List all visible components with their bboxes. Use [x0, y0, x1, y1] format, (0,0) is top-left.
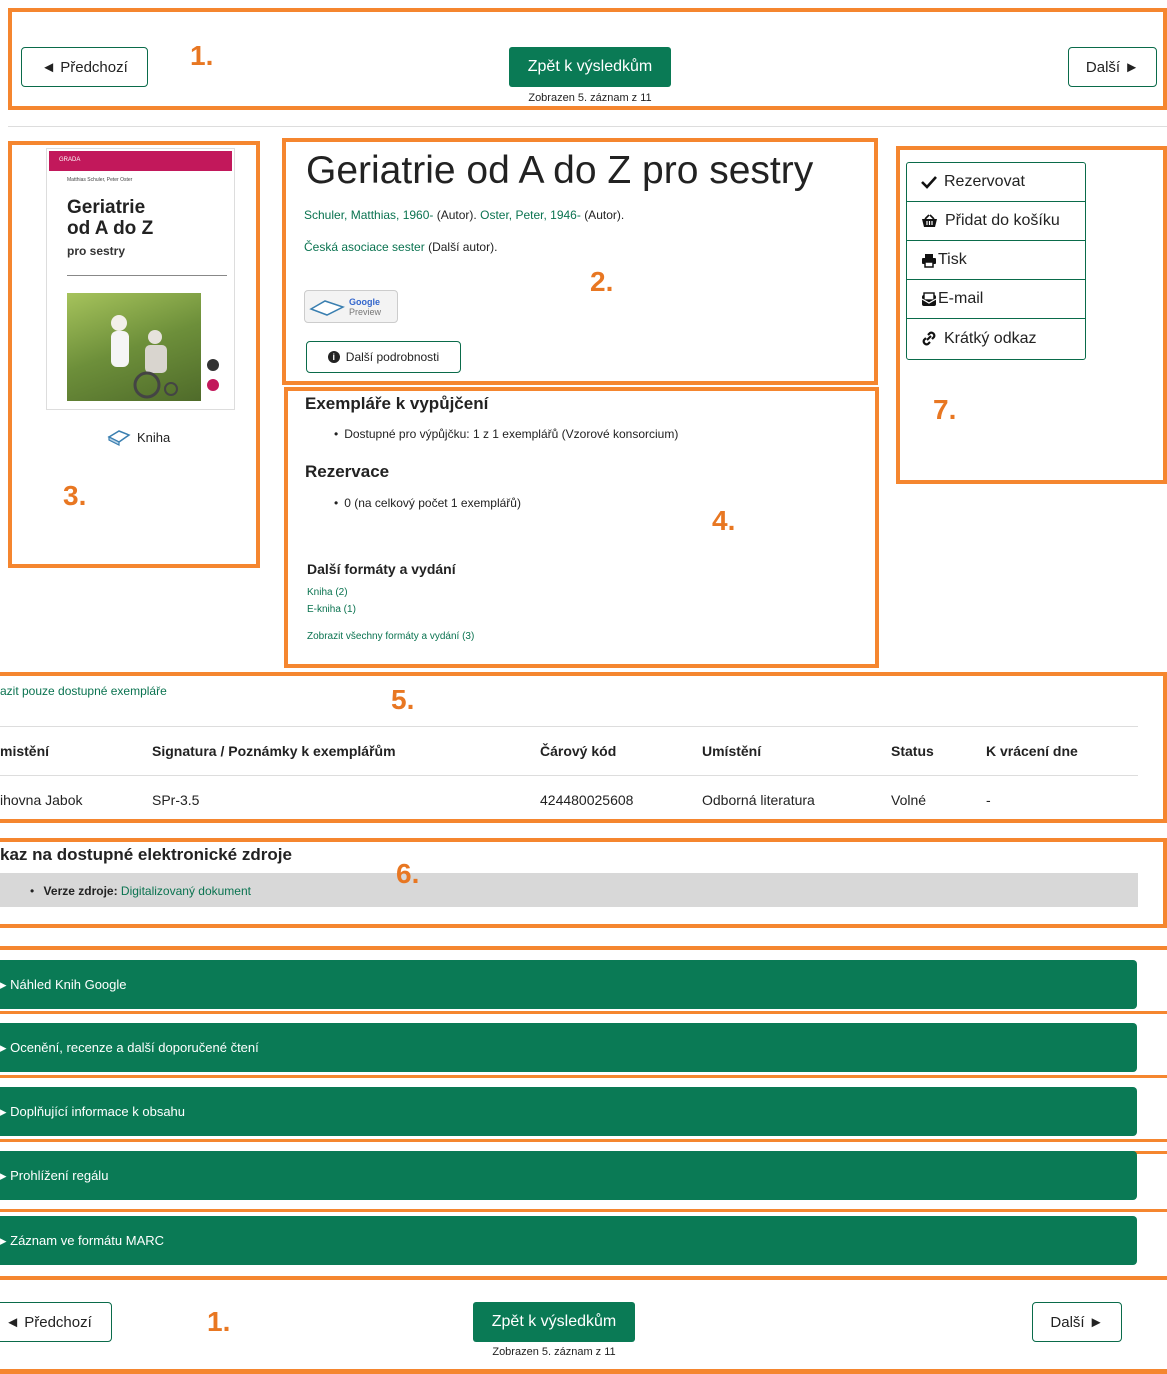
cover-title: Geriatrie od A do Z [67, 197, 154, 239]
show-available-copies-link[interactable]: azit pouze dostupné exempláře [0, 684, 167, 698]
record-actions-menu: Rezervovat Přidat do košíku Tisk E-mail … [906, 162, 1086, 360]
copy-library-link[interactable]: ihovna Jabok [0, 792, 83, 808]
cover-photo [67, 293, 201, 401]
annotation-label-5: 5. [391, 684, 415, 715]
annotation-line [0, 1369, 1167, 1374]
google-preview-button[interactable]: Google Preview [304, 290, 398, 323]
add-to-basket-button[interactable]: Přidat do košíku [907, 202, 1085, 241]
column-header-shelving[interactable]: Umístění [702, 743, 761, 759]
record-position-status: Zobrazen 5. záznam z 11 [528, 92, 652, 104]
annotation-line [0, 1011, 1167, 1014]
open-book-icon [309, 299, 345, 316]
digitized-document-link[interactable]: Digitalizovaný dokument [121, 884, 251, 898]
accordion-chevron-icon: ▸ [0, 1167, 11, 1183]
accordion-chevron-icon: ▸ [0, 1103, 11, 1119]
accordion-marc-record[interactable]: ▸ Záznam ve formátu MARC [0, 1216, 1137, 1265]
availability-heading: Exempláře k vypůjčení [305, 394, 489, 413]
electronic-resource-item: Verze zdroje: Digitalizovaný dokument [30, 884, 251, 898]
annotation-line [0, 946, 1167, 950]
annotation-label-6: 6. [396, 858, 420, 889]
format-indicator: Kniha [107, 428, 170, 446]
divider [8, 126, 1167, 127]
copy-due-date: - [986, 792, 991, 808]
annotation-label-7: 7. [933, 394, 957, 425]
author-link-1[interactable]: Schuler, Matthias, 1960- [304, 208, 433, 222]
print-icon [922, 253, 936, 268]
place-hold-button[interactable]: Rezervovat [907, 163, 1085, 202]
holds-heading: Rezervace [305, 462, 390, 481]
info-icon: i [327, 351, 340, 363]
accordion-content-info[interactable]: ▸ Doplňující informace k obsahu [0, 1087, 1137, 1136]
check-icon [921, 176, 937, 189]
format-link-book[interactable]: Kniha (2) [307, 587, 348, 598]
cover-logo-icon [207, 359, 219, 371]
previous-button[interactable]: ◄ Předchozí [21, 47, 148, 87]
format-label: Kniha [137, 429, 171, 445]
electronic-resources-heading: kaz na dostupné elektronické zdroje [0, 845, 292, 864]
cover-header-bar: GRADA [49, 151, 232, 171]
basket-icon [922, 214, 937, 227]
book-icon [107, 430, 131, 446]
email-icon [921, 291, 937, 306]
back-to-results-button-bottom[interactable]: Zpět k výsledkům [473, 1302, 635, 1342]
column-header-location[interactable]: mistění [0, 743, 49, 759]
accordion-shelf-browse[interactable]: ▸ Prohlížení regálu [0, 1151, 1137, 1200]
next-button[interactable]: Další ► [1068, 47, 1157, 87]
annotation-line [0, 1209, 1167, 1212]
link-icon [922, 331, 936, 346]
corporate-author-role: (Další autor). [428, 240, 498, 254]
cover-rule [67, 275, 227, 276]
copy-barcode: 424480025608 [540, 792, 634, 808]
column-header-status[interactable]: Status [891, 743, 934, 759]
previous-button-bottom[interactable]: ◄ Předchozí [0, 1302, 112, 1342]
cover-badge-icon [207, 379, 219, 391]
annotation-label-3: 3. [63, 480, 87, 511]
annotation-label-4: 4. [712, 505, 736, 536]
copy-status: Volné [891, 792, 927, 808]
accordion-chevron-icon: ▸ [0, 1232, 11, 1248]
author-role-1: (Autor). [436, 208, 477, 222]
authors-line: Schuler, Matthias, 1960- (Autor). Oster,… [304, 208, 624, 222]
holds-item: 0 (na celkový počet 1 exemplářů) [334, 496, 521, 510]
annotation-label-1: 1. [190, 40, 214, 71]
availability-item: Dostupné pro výpůjčku: 1 z 1 exemplářů (… [334, 427, 678, 441]
corporate-author-link[interactable]: Česká asociace sester [304, 240, 425, 254]
corporate-author-line: Česká asociace sester (Další autor). [304, 240, 497, 254]
author-link-2[interactable]: Oster, Peter, 1946- [480, 208, 581, 222]
cover-authors: Matthias Schuler, Peter Oster [67, 177, 133, 183]
next-button-bottom[interactable]: Další ► [1032, 1302, 1122, 1342]
back-to-results-button[interactable]: Zpět k výsledkům [509, 47, 671, 87]
accordion-chevron-icon: ▸ [0, 1039, 11, 1055]
short-link-button[interactable]: Krátký odkaz [907, 319, 1085, 358]
email-button[interactable]: E-mail [907, 280, 1085, 319]
accordion-chevron-icon: ▸ [0, 976, 11, 992]
annotation-line [0, 1276, 1167, 1280]
annotation-line [0, 1075, 1167, 1078]
record-position-status-bottom: Zobrazen 5. záznam z 11 [492, 1346, 616, 1358]
formats-heading: Další formáty a vydání [307, 561, 456, 577]
more-details-button[interactable]: i Další podrobnosti [306, 341, 461, 373]
accordion-reviews[interactable]: ▸ Ocenění, recenze a další doporučené čt… [0, 1023, 1137, 1072]
annotation-line [0, 1139, 1167, 1142]
annotation-label-1-bottom: 1. [207, 1306, 231, 1337]
table-top-border [0, 726, 1138, 727]
all-formats-link[interactable]: Zobrazit všechny formáty a vydání (3) [307, 631, 474, 642]
resource-version-label: Verze zdroje: [43, 884, 118, 898]
cover-subtitle: pro sestry [67, 244, 126, 258]
column-header-call-number[interactable]: Signatura / Poznámky k exemplářům [152, 743, 396, 759]
accordion-google-preview[interactable]: ▸ Náhled Knih Google [0, 960, 1137, 1009]
table-header-border [0, 775, 1138, 776]
print-button[interactable]: Tisk [907, 241, 1085, 280]
record-title: Geriatrie od A do Z pro sestry [306, 149, 814, 192]
author-role-2: (Autor). [584, 208, 625, 222]
column-header-due-date[interactable]: K vrácení dne [986, 743, 1078, 759]
book-cover[interactable]: GRADA Matthias Schuler, Peter Oster Geri… [46, 148, 235, 410]
electronic-resource-row: Verze zdroje: Digitalizovaný dokument [0, 873, 1138, 907]
copy-call-number: SPr-3.5 [152, 792, 200, 808]
format-link-ebook[interactable]: E-kniha (1) [307, 604, 356, 615]
column-header-barcode[interactable]: Čárový kód [540, 743, 616, 759]
copy-shelving-location: Odborná literatura [702, 792, 815, 808]
annotation-label-2: 2. [590, 266, 614, 297]
